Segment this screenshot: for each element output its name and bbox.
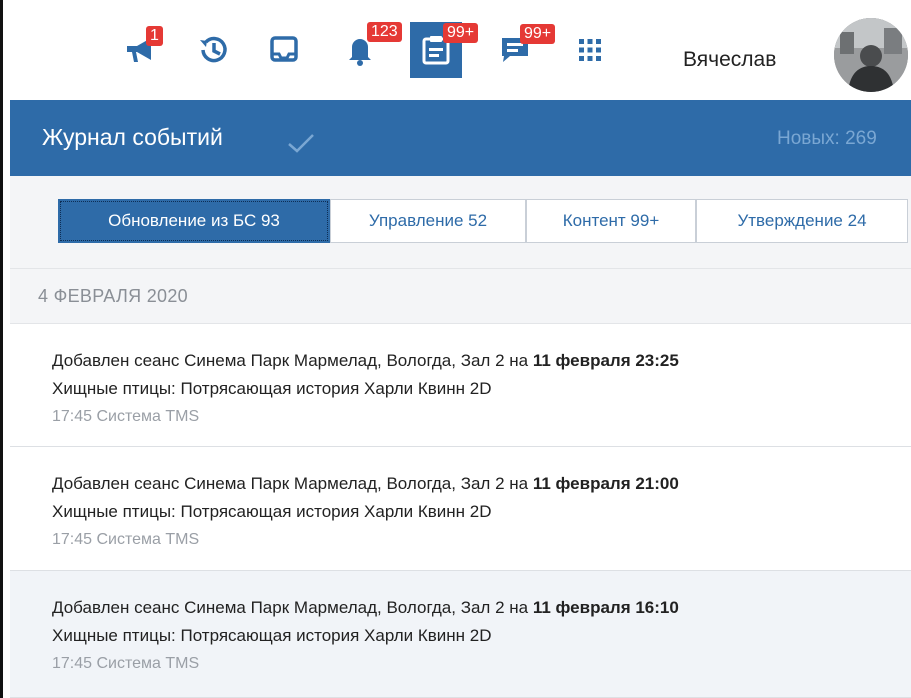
event-meta: 17:45 Система TMS [52, 531, 200, 548]
tab-content[interactable]: Контент 99+ [526, 199, 696, 243]
event-film: Хищные птицы: Потрясающая история Харли … [52, 379, 492, 398]
date-label: 4 ФЕВРАЛЯ 2020 [38, 286, 188, 306]
tab-approval[interactable]: Утверждение 24 [696, 199, 908, 243]
event-text: Добавлен сеанс Синема Парк Мармелад, Вол… [52, 351, 679, 370]
panel-title: Журнал событий [42, 124, 223, 150]
event-log-badge: 99+ [443, 23, 479, 43]
megaphone-badge: 1 [146, 26, 163, 46]
event-time: 11 февраля 16:10 [532, 598, 679, 617]
event-meta: 17:45 Система TMS [52, 408, 200, 425]
event-text: Добавлен сеанс Синема Парк Мармелад, Вол… [52, 474, 679, 493]
event-text: Добавлен сеанс Синема Парк Мармелад, Вол… [52, 598, 679, 617]
event-film: Хищные птицы: Потрясающая история Харли … [52, 626, 492, 645]
tab-management[interactable]: Управление 52 [330, 199, 526, 243]
user-name[interactable]: Вячеслав [683, 48, 776, 72]
inbox-icon[interactable] [262, 27, 306, 73]
history-icon[interactable] [190, 27, 238, 73]
event-time: 11 февраля 21:00 [532, 474, 679, 493]
avatar[interactable] [834, 18, 908, 92]
bell-badge: 123 [367, 22, 402, 42]
mark-all-read-icon[interactable] [286, 132, 316, 159]
event-film: Хищные птицы: Потрясающая история Харли … [52, 502, 492, 521]
messages-badge: 99+ [520, 24, 556, 44]
app-window: 1 123 99+ 99+ Вячеслав Журнал событий Но… [0, 0, 911, 698]
apps-grid-icon[interactable] [570, 27, 610, 73]
new-events-count: Новых: 269 [777, 128, 877, 149]
event-meta: 17:45 Система TMS [52, 655, 200, 672]
event-time: 11 февраля 23:25 [532, 351, 679, 370]
tab-bs-updates[interactable]: Обновление из БС 93 [58, 199, 330, 243]
window-edge [0, 0, 3, 698]
